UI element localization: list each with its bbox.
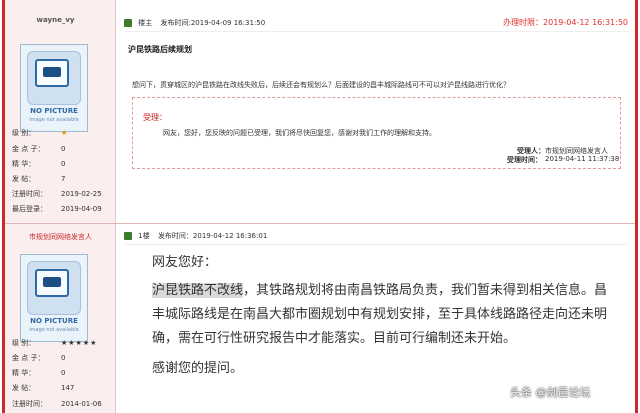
- stat-label: 金 点 子：: [12, 145, 45, 153]
- stat-last-login: 最后登录： 2019-04-09: [12, 203, 108, 215]
- acceptance-label: 受理：: [143, 113, 167, 122]
- avatar[interactable]: NO PICTURE image not available: [20, 44, 88, 132]
- stat-label: 发 帖：: [12, 384, 36, 392]
- stat-level: 级 别： ★: [12, 127, 108, 139]
- stat-value: 7: [61, 175, 66, 183]
- stat-label: 金 点 子：: [12, 354, 45, 362]
- stat-label: 注册时间：: [12, 400, 47, 408]
- post-time: 发布时间:2019-04-09 16:31:50: [160, 19, 266, 27]
- stat-value: 0: [61, 145, 66, 153]
- reply-body: 网友您好： 沪昆铁路不改线，其铁路规划将由南昌铁路局负责，我们暂未得到相关信息。…: [152, 251, 612, 381]
- username[interactable]: 市规划同网络发言人: [5, 232, 116, 242]
- avatar[interactable]: NO PICTURE image not available: [20, 254, 88, 342]
- stat-label: 级 别：: [12, 339, 36, 347]
- acceptance-text: 网友，您好，您反映的问题已受理，我们将尽快回复您，感谢对我们工作的理解和支持。: [163, 129, 436, 137]
- no-picture-sublabel: image not available: [29, 327, 79, 333]
- stat-essence: 精 华： 0: [12, 158, 108, 170]
- computer-icon: [35, 59, 69, 87]
- floor-label: 1楼: [138, 232, 150, 240]
- stat-gold-points: 金 点 子： 0: [12, 352, 108, 364]
- post-icon: [124, 232, 132, 240]
- acceptance-time-label: 受理时间：: [507, 156, 542, 164]
- stat-label: 精 华：: [12, 160, 36, 168]
- stat-value: 2014-01-06: [61, 400, 102, 408]
- level-stars-icon: ★★★★★: [61, 339, 98, 347]
- stat-value: 0: [61, 354, 66, 362]
- post-header: 楼主 发布时间:2019-04-09 16:31:50 办理时限：2019-04…: [124, 14, 628, 32]
- no-picture-label: NO PICTURE: [30, 107, 78, 115]
- stat-value: 2019-04-09: [61, 205, 102, 213]
- stat-register-date: 注册时间： 2014-01-06: [12, 398, 108, 410]
- stat-value: 147: [61, 384, 75, 392]
- post-title: 沪昆铁路后续规划: [128, 45, 192, 54]
- stat-label: 精 华：: [12, 369, 36, 377]
- acceptance-box: 受理： 网友，您好，您反映的问题已受理，我们将尽快回复您，感谢对我们工作的理解和…: [132, 97, 621, 169]
- post-icon: [124, 19, 132, 27]
- level-star-icon: ★: [61, 129, 68, 137]
- acceptance-time-value: 2019-04-11 11:37:38: [545, 155, 620, 163]
- post-time: 发布时间：2019-04-12 16:36:01: [157, 232, 268, 240]
- stat-value: 0: [61, 160, 66, 168]
- greeting: 网友您好：: [152, 255, 218, 270]
- stat-value: 2019-02-25: [61, 190, 102, 198]
- stat-posts: 发 帖： 7: [12, 173, 108, 185]
- stat-label: 发 帖：: [12, 175, 36, 183]
- stat-essence: 精 华： 0: [12, 367, 108, 379]
- stat-label: 级 别：: [12, 129, 36, 137]
- thanks-text: 感谢您的提问。: [152, 361, 244, 376]
- stat-label: 注册时间：: [12, 190, 47, 198]
- stat-level: 级 别： ★★★★★: [12, 337, 108, 349]
- watermark: 头条 @剑邑论坛: [510, 386, 591, 399]
- username[interactable]: wayne_vy: [0, 16, 111, 24]
- computer-icon: [35, 269, 69, 297]
- no-picture-label: NO PICTURE: [30, 317, 78, 325]
- stat-register-date: 注册时间： 2019-02-25: [12, 188, 108, 200]
- floor-label: 楼主: [138, 19, 153, 27]
- highlighted-text: 沪昆铁路不改线: [152, 283, 244, 298]
- stat-posts: 发 帖： 147: [12, 382, 108, 394]
- stat-gold-points: 金 点 子： 0: [12, 143, 108, 155]
- stat-value: 0: [61, 369, 66, 377]
- reply-paragraph: 沪昆铁路不改线，其铁路规划将由南昌铁路局负责，我们暂未得到相关信息。昌丰城际路线…: [152, 279, 612, 351]
- page-border-right: [635, 0, 638, 413]
- stat-label: 最后登录：: [12, 205, 47, 213]
- question-text: 想问下，贯穿城区的沪昆铁路在改线失败后，后续还会有规划么？后面建设的昌丰城际路线…: [132, 81, 510, 89]
- post-header: 1楼 发布时间：2019-04-12 16:36:01: [124, 227, 628, 245]
- handling-deadline: 办理时限：2019-04-12 16:31:50: [503, 18, 628, 27]
- forum-page: wayne_vy NO PICTURE image not available …: [0, 0, 640, 413]
- no-picture-sublabel: image not available: [29, 117, 79, 123]
